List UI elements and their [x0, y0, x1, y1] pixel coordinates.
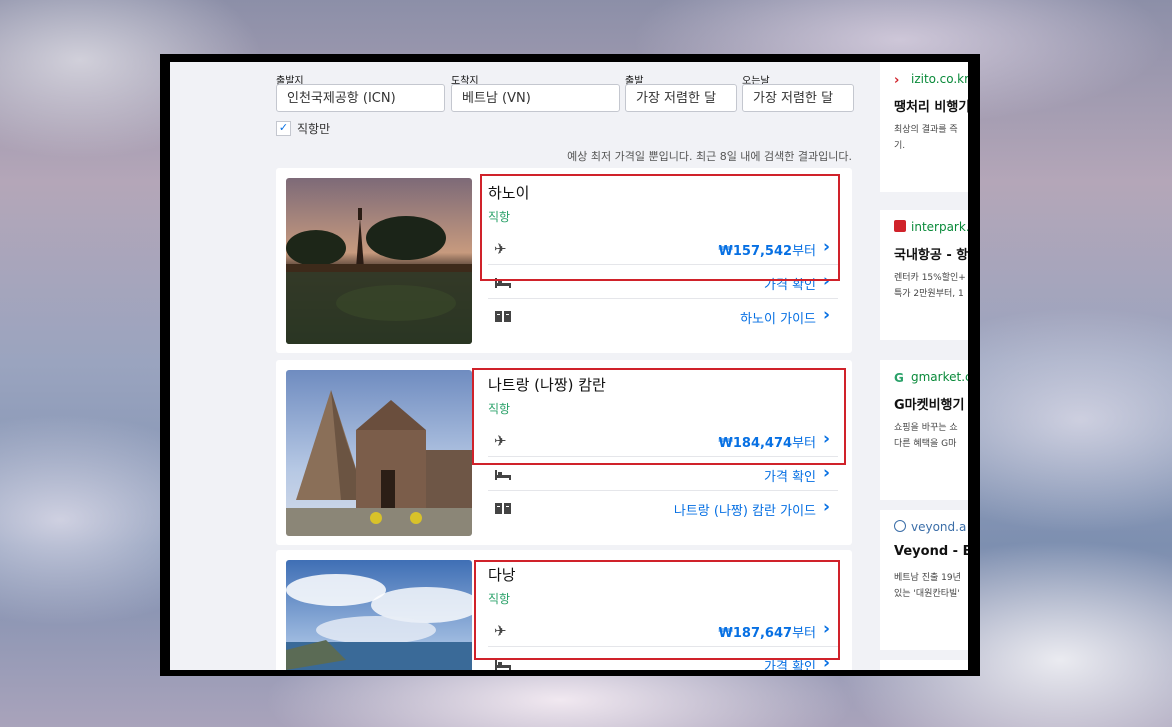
ad-desc-line: 있는 '대원칸타빌': [894, 589, 960, 599]
chevron-right-icon: ›: [822, 497, 830, 517]
ad-interpark[interactable]: interpark. 국내항공 - 항 렌터카 15%할인+ 특가 2만원부터, …: [880, 210, 968, 340]
chevron-right-icon: ›: [822, 237, 830, 257]
ad-desc-line: 최상의 결과를 즉: [894, 125, 958, 135]
direct-only-option[interactable]: ✓ 직항만: [276, 120, 330, 137]
flight-price: ₩157,542: [718, 244, 793, 259]
ad-veyond[interactable]: veyond.a Veyond - Be 베트남 진출 19년있는 '대원칸타빌…: [880, 510, 968, 650]
bed-icon: [494, 656, 512, 670]
destination-card-nha-trang[interactable]: 나트랑 (나짱) 캄란 직항 ✈ ₩184,474부터 › 가격 확인 › 나트…: [276, 360, 852, 545]
hanoi-photo: [286, 178, 472, 344]
flight-price: ₩187,647: [718, 626, 793, 641]
chevron-right-icon: ›: [822, 463, 830, 483]
city-guide-link: 하노이 가이드: [740, 312, 816, 327]
price-notice: 예상 최저 가격일 뿐입니다. 최근 8일 내에 검색한 결과입니다.: [567, 150, 852, 163]
hotel-price-link: 가격 확인: [764, 278, 816, 293]
flight-price-row[interactable]: ✈ ₩184,474부터 ›: [488, 426, 838, 457]
chevron-logo-icon: ›: [894, 73, 900, 88]
browser-viewport: 출발지 인천국제공항 (ICN) 도착지 베트남 (VN) 출발 가장 저렴한 …: [170, 62, 968, 670]
depart-date-field[interactable]: 가장 저렴한 달: [625, 84, 737, 112]
direct-only-checkbox[interactable]: ✓: [276, 121, 291, 136]
flight-price: ₩184,474: [718, 436, 793, 451]
price-suffix: 부터: [792, 626, 816, 641]
return-date-field[interactable]: 가장 저렴한 달: [742, 84, 854, 112]
flight-price-row[interactable]: ✈ ₩157,542부터 ›: [488, 234, 838, 265]
flight-price-row[interactable]: ✈ ₩187,647부터 ›: [488, 616, 838, 647]
ad-desc-line: 베트남 진출 19년: [894, 573, 961, 583]
hotel-price-row[interactable]: 가격 확인 ›: [488, 650, 838, 670]
chevron-right-icon: ›: [822, 619, 830, 639]
ad-desc-line: 특가 2만원부터, 1: [894, 289, 964, 299]
city-name: 나트랑 (나짱) 캄란: [488, 376, 606, 394]
city-guide-row[interactable]: 나트랑 (나짱) 캄란 가이드 ›: [488, 494, 838, 524]
city-guide-row[interactable]: 하노이 가이드 ›: [488, 302, 838, 332]
airplane-icon: ✈: [494, 622, 507, 640]
bed-icon: [494, 274, 512, 292]
price-suffix: 부터: [792, 244, 816, 259]
g-logo-icon: G: [894, 371, 904, 385]
airplane-icon: ✈: [494, 240, 507, 258]
ad-desc-line: 다른 혜택을 G마: [894, 439, 957, 449]
ad-source: interpark.: [911, 220, 968, 234]
da-nang-photo: [286, 560, 472, 670]
destination-card-hanoi[interactable]: 하노이 직항 ✈ ₩157,542부터 › 가격 확인 › 하노이 가이드 ›: [276, 168, 852, 353]
city-name: 하노이: [488, 184, 530, 202]
ad-desc-line: 렌터카 15%할인+: [894, 273, 966, 283]
hotel-price-link: 가격 확인: [764, 660, 816, 670]
direct-flight-tag: 직항: [488, 210, 511, 224]
ad-source: veyond.a: [911, 520, 967, 534]
ad-izito[interactable]: › izito.co.kr 땡처리 비행기 최상의 결과를 즉기.: [880, 62, 968, 192]
hotel-price-row[interactable]: 가격 확인 ›: [488, 460, 838, 491]
ad-source: izito.co.kr: [911, 72, 968, 86]
direct-flight-tag: 직항: [488, 402, 511, 416]
ad-title: 땡처리 비행기: [894, 100, 968, 115]
origin-field[interactable]: 인천국제공항 (ICN): [276, 84, 445, 112]
ad-desc-line: 쇼핑을 바꾸는 쇼: [894, 423, 958, 433]
hotel-price-link: 가격 확인: [764, 470, 816, 485]
city-guide-link: 나트랑 (나짱) 캄란 가이드: [673, 504, 816, 519]
book-icon: [494, 500, 512, 518]
ad-title: Veyond - Be: [894, 544, 968, 559]
price-suffix: 부터: [792, 436, 816, 451]
chevron-right-icon: ›: [822, 429, 830, 449]
ad-placeholder: [880, 660, 968, 670]
direct-flight-tag: 직항: [488, 592, 511, 606]
ad-title: G마켓비행기: [894, 398, 965, 413]
hotel-price-row[interactable]: 가격 확인 ›: [488, 268, 838, 299]
ad-title: 국내항공 - 항: [894, 248, 968, 263]
bed-icon: [494, 466, 512, 484]
book-icon: [494, 308, 512, 326]
chevron-right-icon: ›: [822, 271, 830, 291]
ad-gmarket[interactable]: Ggmarket.c G마켓비행기 쇼핑을 바꾸는 쇼다른 혜택을 G마: [880, 360, 968, 500]
ad-desc-line: 기.: [894, 141, 906, 151]
destination-field[interactable]: 베트남 (VN): [451, 84, 620, 112]
city-name: 다낭: [488, 566, 516, 584]
direct-only-label: 직항만: [297, 122, 331, 136]
airplane-icon: ✈: [494, 432, 507, 450]
ad-source: gmarket.c: [911, 370, 968, 384]
interpark-logo-icon: [894, 220, 906, 232]
destination-card-da-nang[interactable]: 다낭 직항 ✈ ₩187,647부터 › 가격 확인 ›: [276, 550, 852, 670]
chevron-right-icon: ›: [822, 653, 830, 670]
wordpress-logo-icon: [894, 520, 906, 532]
chevron-right-icon: ›: [822, 305, 830, 325]
nha-trang-photo: [286, 370, 472, 536]
